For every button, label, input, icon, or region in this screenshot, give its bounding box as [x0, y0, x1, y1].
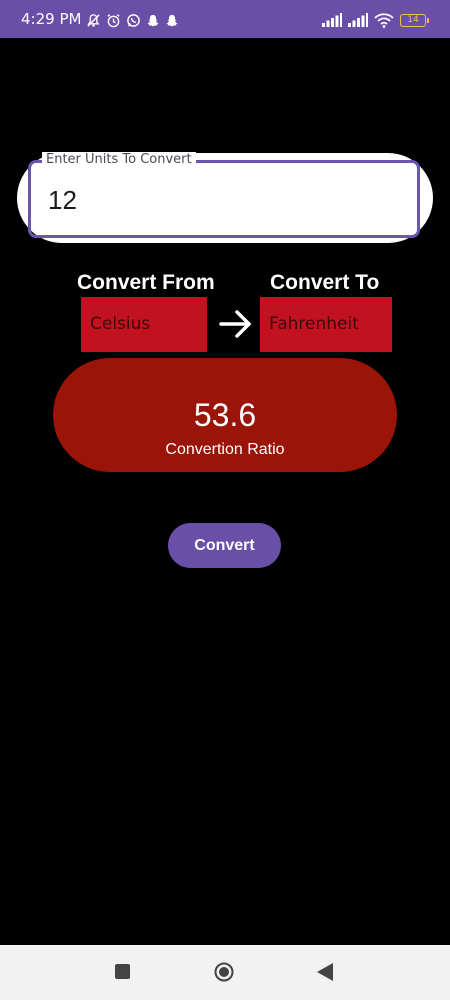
- result-value: 53.6: [193, 397, 257, 433]
- snapchat-icon: [166, 14, 178, 26]
- whatsapp-icon: [127, 13, 140, 27]
- to-unit-select[interactable]: Fahrenheit: [260, 297, 392, 352]
- notification-icons: [86, 12, 179, 28]
- units-input-label: Enter Units To Convert: [42, 152, 196, 168]
- signal-icon: [322, 13, 342, 27]
- back-icon[interactable]: [316, 962, 334, 982]
- navigation-bar: [0, 945, 450, 1000]
- status-time: 4:29 PM: [21, 10, 82, 28]
- app-screen: 4:29 PM 14 Enter Units To Convert 12 Con…: [0, 0, 450, 1000]
- system-icons: 14: [322, 12, 429, 28]
- arrow-right-icon: [219, 310, 251, 338]
- convert-from-label: Convert From: [77, 271, 215, 294]
- alarm-icon: [107, 13, 120, 27]
- mute-icon: [87, 13, 100, 27]
- convert-button[interactable]: Convert: [168, 523, 281, 568]
- recent-apps-icon[interactable]: [115, 964, 130, 979]
- home-icon[interactable]: [214, 962, 234, 982]
- battery-icon: 14: [400, 13, 429, 27]
- signal-icon: [348, 13, 368, 27]
- wifi-icon: [374, 12, 394, 28]
- convert-to-label: Convert To: [270, 271, 380, 294]
- units-input-value[interactable]: 12: [48, 185, 77, 215]
- result-caption: Convertion Ratio: [165, 441, 285, 458]
- snapchat-icon: [147, 14, 159, 26]
- from-unit-select[interactable]: Celsius: [81, 297, 207, 352]
- status-bar: 4:29 PM 14: [0, 0, 450, 38]
- units-input-field[interactable]: [28, 160, 420, 238]
